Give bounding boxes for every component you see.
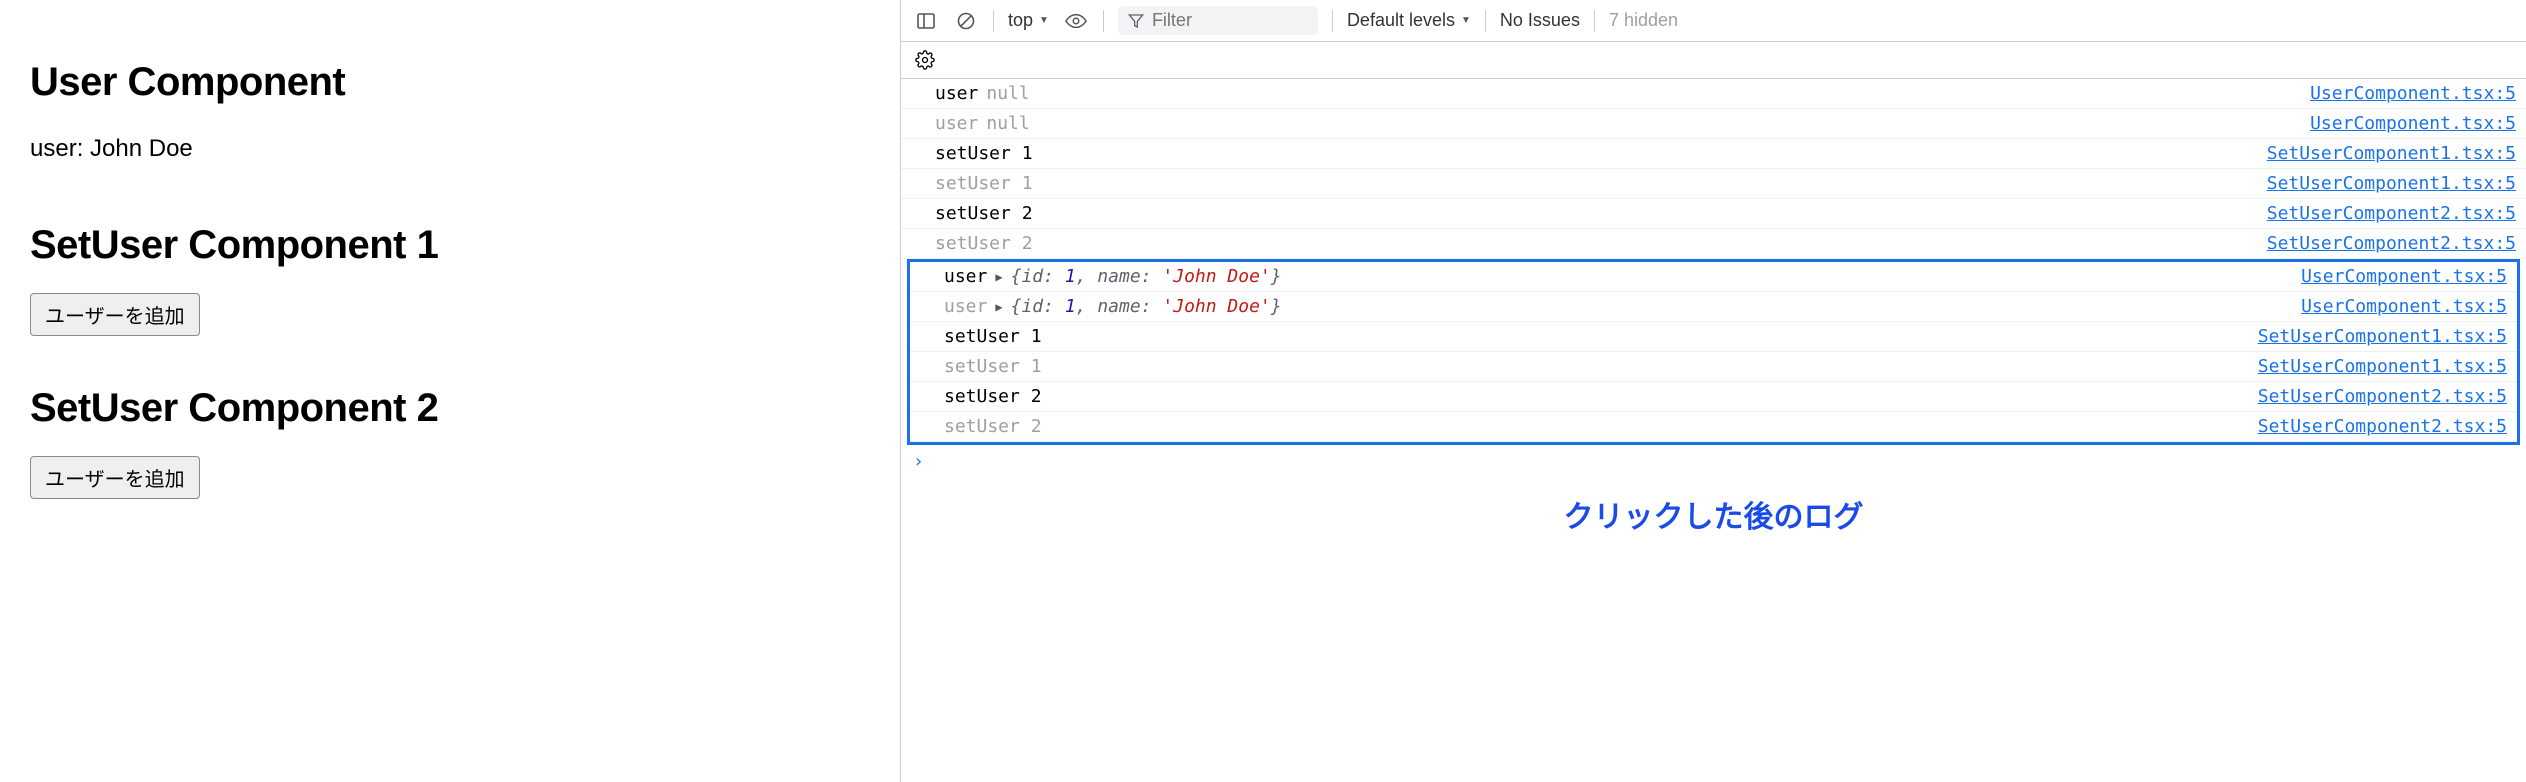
log-source-link[interactable]: SetUserComponent1.tsx:5: [2258, 356, 2507, 377]
add-user-button-2[interactable]: ユーザーを追加: [30, 456, 200, 499]
log-object-preview[interactable]: {id: 1, name: 'John Doe'}: [1011, 266, 1282, 287]
expand-arrow-icon[interactable]: ▶: [995, 300, 1002, 314]
console-log-row[interactable]: user ▶ {id: 1, name: 'John Doe'} UserCompon…: [910, 292, 2517, 322]
settings-gear-icon[interactable]: [915, 50, 2512, 70]
log-label: setUser 2: [935, 233, 1033, 254]
log-label: user: [944, 266, 987, 287]
log-source-link[interactable]: SetUserComponent2.tsx:5: [2258, 416, 2507, 437]
heading-user-component: User Component: [30, 60, 870, 105]
log-message: setUser 1: [944, 356, 2248, 377]
app-page: User Component user: John Doe SetUser Co…: [0, 0, 900, 782]
console-log-row[interactable]: user ▶ {id: 1, name: 'John Doe'} UserCompon…: [910, 262, 2517, 292]
log-label: setUser 1: [944, 326, 1042, 347]
log-label: setUser 2: [944, 386, 1042, 407]
console-prompt-caret[interactable]: ›: [901, 445, 2526, 478]
separator: [1332, 10, 1333, 32]
log-source-link[interactable]: UserComponent.tsx:5: [2310, 83, 2516, 104]
log-message: setUser 2: [935, 203, 2257, 224]
issues-label[interactable]: No Issues: [1500, 10, 1580, 31]
log-source-link[interactable]: SetUserComponent2.tsx:5: [2258, 386, 2507, 407]
log-label: setUser 2: [944, 416, 1042, 437]
console-log-row[interactable]: setUser 1 SetUserComponent1.tsx:5: [901, 139, 2526, 169]
console-log-area[interactable]: user null UserComponent.tsx:5 user null UserC…: [901, 79, 2526, 782]
clear-console-icon[interactable]: [953, 8, 979, 34]
log-source-link[interactable]: SetUserComponent1.tsx:5: [2267, 143, 2516, 164]
hidden-messages-count[interactable]: 7 hidden: [1609, 10, 1678, 31]
chevron-down-icon: ▼: [1039, 15, 1049, 26]
console-log-row[interactable]: user null UserComponent.tsx:5: [901, 109, 2526, 139]
levels-label: Default levels: [1347, 10, 1455, 31]
log-message: user null: [935, 113, 2300, 134]
console-log-row[interactable]: setUser 2 SetUserComponent2.tsx:5: [901, 199, 2526, 229]
log-source-link[interactable]: SetUserComponent2.tsx:5: [2267, 203, 2516, 224]
add-user-button-1[interactable]: ユーザーを追加: [30, 293, 200, 336]
log-message: user ▶ {id: 1, name: 'John Doe'}: [944, 266, 2291, 287]
log-source-link[interactable]: UserComponent.tsx:5: [2301, 266, 2507, 287]
log-message: setUser 2: [935, 233, 2257, 254]
log-message: setUser 1: [944, 326, 2248, 347]
console-log-row[interactable]: setUser 2 SetUserComponent2.tsx:5: [910, 382, 2517, 412]
context-selector[interactable]: top ▼: [1008, 10, 1049, 31]
log-label: setUser 1: [935, 173, 1033, 194]
log-message: setUser 2: [944, 386, 2248, 407]
log-source-link[interactable]: UserComponent.tsx:5: [2310, 113, 2516, 134]
log-message: setUser 1: [935, 143, 2257, 164]
log-label: setUser 1: [944, 356, 1042, 377]
heading-setuser-1: SetUser Component 1: [30, 223, 870, 268]
filter-box[interactable]: [1118, 6, 1318, 35]
highlighted-log-group: user ▶ {id: 1, name: 'John Doe'} UserCompon…: [907, 259, 2520, 445]
filter-input[interactable]: [1152, 10, 1272, 31]
console-log-row[interactable]: setUser 2 SetUserComponent2.tsx:5: [901, 229, 2526, 259]
console-log-row[interactable]: setUser 2 SetUserComponent2.tsx:5: [910, 412, 2517, 442]
log-levels-selector[interactable]: Default levels ▼: [1347, 10, 1471, 31]
devtools-console: top ▼ Default levels ▼ No Issues 7 hidde…: [900, 0, 2526, 782]
log-value-null: null: [986, 113, 1029, 134]
separator: [1485, 10, 1486, 32]
expand-arrow-icon[interactable]: ▶: [995, 270, 1002, 284]
log-message: setUser 1: [935, 173, 2257, 194]
console-log-row[interactable]: setUser 1 SetUserComponent1.tsx:5: [901, 169, 2526, 199]
log-message: setUser 2: [944, 416, 2248, 437]
user-value: John Doe: [90, 135, 193, 162]
log-label: user: [944, 296, 987, 317]
console-log-row[interactable]: setUser 1 SetUserComponent1.tsx:5: [910, 322, 2517, 352]
log-message: user ▶ {id: 1, name: 'John Doe'}: [944, 296, 2291, 317]
console-log-row[interactable]: user null UserComponent.tsx:5: [901, 79, 2526, 109]
log-message: user null: [935, 83, 2300, 104]
live-expression-icon[interactable]: [1063, 8, 1089, 34]
log-source-link[interactable]: UserComponent.tsx:5: [2301, 296, 2507, 317]
log-label: user: [935, 113, 978, 134]
log-label: setUser 2: [935, 203, 1033, 224]
log-object-preview[interactable]: {id: 1, name: 'John Doe'}: [1011, 296, 1282, 317]
heading-setuser-2: SetUser Component 2: [30, 386, 870, 431]
chevron-down-icon: ▼: [1461, 15, 1471, 26]
separator: [1594, 10, 1595, 32]
filter-icon: [1128, 13, 1144, 29]
log-value-null: null: [986, 83, 1029, 104]
toggle-sidebar-icon[interactable]: [913, 8, 939, 34]
context-label: top: [1008, 10, 1033, 31]
user-display: user: John Doe: [30, 135, 870, 163]
separator: [993, 10, 994, 32]
user-label: user:: [30, 135, 83, 162]
console-log-row[interactable]: setUser 1 SetUserComponent1.tsx:5: [910, 352, 2517, 382]
console-toolbar: top ▼ Default levels ▼ No Issues 7 hidde…: [901, 0, 2526, 42]
log-label: setUser 1: [935, 143, 1033, 164]
log-source-link[interactable]: SetUserComponent1.tsx:5: [2258, 326, 2507, 347]
log-source-link[interactable]: SetUserComponent2.tsx:5: [2267, 233, 2516, 254]
log-label: user: [935, 83, 978, 104]
log-source-link[interactable]: SetUserComponent1.tsx:5: [2267, 173, 2516, 194]
console-toolbar-row2: [901, 42, 2526, 79]
annotation-text: クリックした後のログ: [901, 478, 2526, 550]
separator: [1103, 10, 1104, 32]
